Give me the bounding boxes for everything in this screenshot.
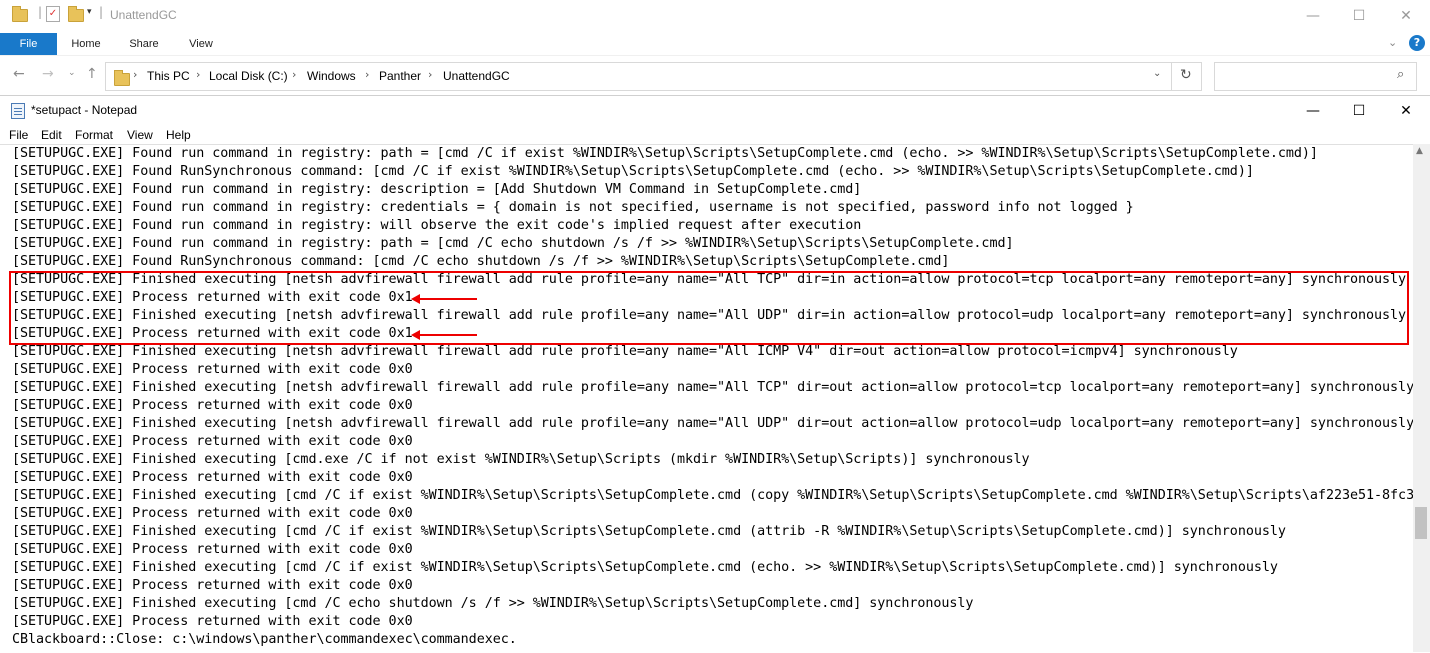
quick-access-separator: | bbox=[38, 5, 43, 19]
log-line: [SETUPUGC.EXE] Found RunSynchronous comm… bbox=[12, 164, 1254, 179]
breadcrumb-separator: › bbox=[365, 68, 370, 81]
log-line: [SETUPUGC.EXE] Found run command in regi… bbox=[12, 236, 1014, 251]
maximize-icon[interactable]: ☐ bbox=[1336, 96, 1382, 125]
breadcrumb-unattendgc[interactable]: UnattendGC bbox=[443, 69, 510, 83]
folder-icon bbox=[12, 6, 28, 25]
forward-arrow-icon[interactable]: → bbox=[42, 66, 54, 82]
tab-home[interactable]: Home bbox=[63, 33, 109, 55]
maximize-icon[interactable]: ☐ bbox=[1336, 0, 1382, 32]
properties-icon[interactable]: ✓ bbox=[46, 6, 60, 22]
log-line: [SETUPUGC.EXE] Finished executing [cmd.e… bbox=[12, 452, 1030, 467]
log-line: [SETUPUGC.EXE] Process returned with exi… bbox=[12, 434, 413, 449]
recent-locations-icon[interactable]: ⌄ bbox=[68, 68, 76, 78]
menu-view[interactable]: View bbox=[127, 128, 153, 142]
log-line: [SETUPUGC.EXE] Finished executing [netsh… bbox=[12, 272, 1407, 287]
search-input[interactable]: ⌕ bbox=[1214, 62, 1417, 91]
refresh-icon[interactable]: ↻ bbox=[1180, 67, 1192, 83]
customize-toolbar-icon[interactable]: ▾ bbox=[87, 7, 92, 25]
breadcrumb-separator: › bbox=[196, 68, 201, 81]
breadcrumb-panther[interactable]: Panther bbox=[379, 69, 421, 83]
search-icon: ⌕ bbox=[1397, 67, 1405, 82]
address-dropdown-icon[interactable]: ⌄ bbox=[1153, 68, 1161, 79]
log-line: [SETUPUGC.EXE] Found RunSynchronous comm… bbox=[12, 254, 950, 269]
log-line: CBlackboard::Close: c:\windows\panther\c… bbox=[12, 632, 517, 647]
log-line: [SETUPUGC.EXE] Process returned with exi… bbox=[12, 542, 413, 557]
annotation-arrow bbox=[411, 294, 477, 304]
minimize-icon[interactable]: — bbox=[1290, 0, 1336, 32]
log-line: [SETUPUGC.EXE] Process returned with exi… bbox=[12, 326, 413, 341]
scroll-up-icon[interactable]: ▲ bbox=[1416, 146, 1423, 156]
help-icon[interactable]: ? bbox=[1409, 35, 1425, 51]
log-line: [SETUPUGC.EXE] Process returned with exi… bbox=[12, 578, 413, 593]
breadcrumb-separator: › bbox=[133, 68, 138, 81]
close-icon[interactable]: ✕ bbox=[1383, 0, 1429, 32]
log-line: [SETUPUGC.EXE] Finished executing [cmd /… bbox=[12, 596, 974, 611]
log-line: [SETUPUGC.EXE] Finished executing [netsh… bbox=[12, 308, 1407, 323]
log-line: [SETUPUGC.EXE] Finished executing [cmd /… bbox=[12, 524, 1286, 539]
breadcrumb-separator: › bbox=[428, 68, 433, 81]
text-editor[interactable]: [SETUPUGC.EXE] Found run command in regi… bbox=[0, 144, 1413, 653]
tab-view[interactable]: View bbox=[178, 33, 224, 55]
annotation-arrow bbox=[411, 330, 477, 340]
scroll-thumb[interactable] bbox=[1415, 507, 1427, 539]
menu-help[interactable]: Help bbox=[166, 128, 191, 142]
log-line: [SETUPUGC.EXE] Process returned with exi… bbox=[12, 290, 413, 305]
new-folder-icon[interactable] bbox=[68, 6, 84, 25]
log-line: [SETUPUGC.EXE] Process returned with exi… bbox=[12, 470, 413, 485]
tab-share[interactable]: Share bbox=[121, 33, 167, 55]
log-line: [SETUPUGC.EXE] Found run command in regi… bbox=[12, 182, 862, 197]
folder-icon bbox=[114, 70, 130, 90]
breadcrumb-separator: › bbox=[292, 68, 297, 81]
log-line: [SETUPUGC.EXE] Found run command in regi… bbox=[12, 218, 862, 233]
back-arrow-icon[interactable]: ← bbox=[13, 66, 25, 82]
menu-file[interactable]: File bbox=[9, 128, 28, 142]
menu-format[interactable]: Format bbox=[75, 128, 113, 142]
explorer-title-bar: | ✓ ▾ | UnattendGC — ☐ ✕ bbox=[0, 0, 1430, 33]
minimize-icon[interactable]: — bbox=[1290, 96, 1336, 125]
log-line: [SETUPUGC.EXE] Finished executing [netsh… bbox=[12, 416, 1413, 431]
ribbon-tabs: File Home Share View ⌄ ? bbox=[0, 33, 1430, 55]
log-line: [SETUPUGC.EXE] Found run command in regi… bbox=[12, 146, 1318, 161]
menu-bar: File Edit Format View Help bbox=[0, 125, 1430, 144]
notepad-icon bbox=[11, 103, 25, 119]
log-line: [SETUPUGC.EXE] Finished executing [cmd /… bbox=[12, 560, 1278, 575]
notepad-title-bar: *setupact - Notepad — ☐ ✕ bbox=[0, 96, 1430, 125]
address-divider bbox=[1171, 63, 1172, 90]
log-line: [SETUPUGC.EXE] Finished executing [netsh… bbox=[12, 344, 1238, 359]
log-line: [SETUPUGC.EXE] Finished executing [cmd /… bbox=[12, 488, 1413, 503]
address-bar[interactable]: › This PC › Local Disk (C:) › Windows › … bbox=[105, 62, 1202, 91]
breadcrumb-this-pc[interactable]: This PC bbox=[147, 69, 190, 83]
breadcrumb-windows[interactable]: Windows bbox=[307, 69, 356, 83]
tab-file[interactable]: File bbox=[0, 33, 57, 55]
close-icon[interactable]: ✕ bbox=[1383, 96, 1429, 125]
title-separator: | bbox=[99, 5, 104, 19]
log-line: [SETUPUGC.EXE] Finished executing [netsh… bbox=[12, 380, 1413, 395]
notepad-title: *setupact - Notepad bbox=[31, 103, 138, 117]
log-line: [SETUPUGC.EXE] Found run command in regi… bbox=[12, 200, 1134, 215]
up-arrow-icon[interactable]: ↑ bbox=[86, 66, 98, 82]
log-line: [SETUPUGC.EXE] Process returned with exi… bbox=[12, 506, 413, 521]
menu-edit[interactable]: Edit bbox=[41, 128, 62, 142]
chevron-down-icon[interactable]: ⌄ bbox=[1388, 36, 1397, 49]
log-line: [SETUPUGC.EXE] Process returned with exi… bbox=[12, 398, 413, 413]
log-line: [SETUPUGC.EXE] Process returned with exi… bbox=[12, 614, 413, 629]
explorer-title: UnattendGC bbox=[110, 8, 177, 22]
address-row: ← → ⌄ ↑ › This PC › Local Disk (C:) › Wi… bbox=[0, 55, 1430, 96]
breadcrumb-local-disk[interactable]: Local Disk (C:) bbox=[209, 69, 288, 83]
vertical-scrollbar[interactable]: ▲ bbox=[1413, 144, 1430, 652]
notepad-window: *setupact - Notepad — ☐ ✕ File Edit Form… bbox=[0, 95, 1430, 653]
log-line: [SETUPUGC.EXE] Process returned with exi… bbox=[12, 362, 413, 377]
